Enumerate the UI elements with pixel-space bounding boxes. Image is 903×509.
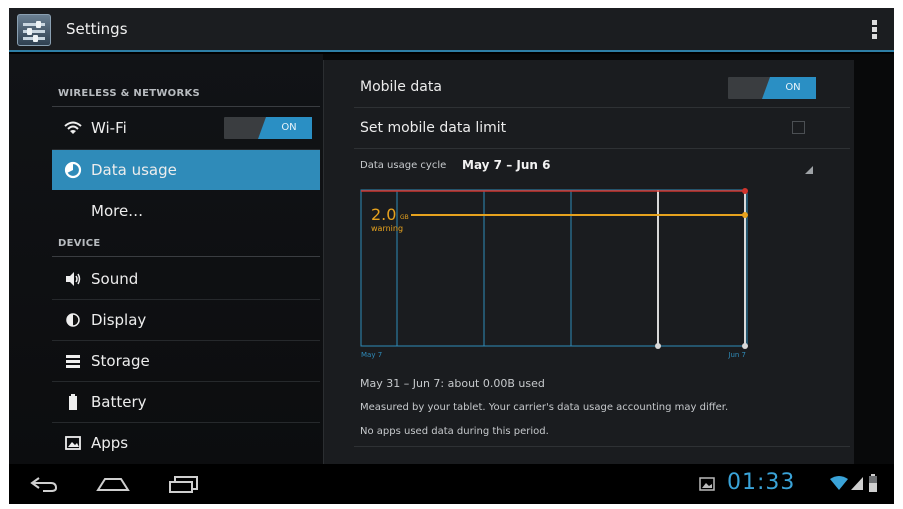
sidebar-item-wifi[interactable]: Wi-Fi ON xyxy=(52,108,320,148)
inspect-start-handle-dot[interactable] xyxy=(655,343,661,349)
warning-label: warning xyxy=(371,224,403,233)
spinner-arrow-icon[interactable] xyxy=(805,166,813,174)
inspect-end-handle-dot[interactable] xyxy=(742,343,748,349)
wifi-icon xyxy=(64,121,82,134)
sidebar-item-display[interactable]: Display xyxy=(52,300,320,340)
sidebar-item-label: More… xyxy=(91,202,144,220)
warning-handle-dot[interactable] xyxy=(742,212,748,218)
x-axis-start-label: May 7 xyxy=(361,351,382,359)
mobile-data-label: Mobile data xyxy=(360,79,442,95)
no-apps-message: No apps used data during this period. xyxy=(360,426,549,437)
warning-unit-label: GB xyxy=(400,214,409,221)
battery-icon xyxy=(69,394,77,410)
chart-grid xyxy=(360,189,748,347)
sidebar-item-label: Apps xyxy=(91,434,129,452)
detail-pane-wrapper: Mobile data ON Set mobile data limit Dat… xyxy=(323,54,894,464)
sidebar-item-sound[interactable]: Sound xyxy=(52,259,320,299)
home-icon[interactable] xyxy=(95,474,131,494)
section-header-device: DEVICE xyxy=(58,238,101,249)
toggle-state: ON xyxy=(258,117,312,139)
recent-apps-icon[interactable] xyxy=(167,474,201,494)
row-divider xyxy=(354,148,850,149)
limit-handle-dot[interactable] xyxy=(742,188,748,194)
chart-frame xyxy=(360,189,748,347)
wifi-toggle[interactable]: ON xyxy=(224,117,312,139)
toggle-state: ON xyxy=(762,77,816,99)
wifi-signal-icon xyxy=(830,476,848,490)
storage-icon xyxy=(66,355,80,368)
settings-sidebar: WIRELESS & NETWORKS Wi-Fi ON Data usage … xyxy=(9,54,323,464)
sidebar-item-label: Battery xyxy=(91,393,147,411)
sidebar-item-label: Wi-Fi xyxy=(91,119,127,137)
data-usage-detail: Mobile data ON Set mobile data limit Dat… xyxy=(323,60,854,464)
sidebar-item-storage[interactable]: Storage xyxy=(52,341,320,381)
settings-icon[interactable] xyxy=(17,14,51,46)
status-clock: 01:33 xyxy=(727,470,796,495)
system-nav-bar: 01:33 xyxy=(9,464,894,504)
row-divider xyxy=(354,446,850,447)
action-bar: Settings xyxy=(9,8,894,52)
warning-value-label: 2.0 xyxy=(371,205,396,224)
data-usage-cycle-label: Data usage cycle xyxy=(360,160,447,171)
sidebar-item-battery[interactable]: Battery xyxy=(52,382,320,422)
mobile-data-toggle[interactable]: ON xyxy=(728,77,816,99)
data-limit-checkbox[interactable] xyxy=(792,121,805,134)
x-axis-end-label: Jun 7 xyxy=(727,351,746,359)
section-divider xyxy=(52,106,320,107)
data-usage-chart[interactable]: 2.0 GB warning May 7 Jun 7 xyxy=(359,188,757,360)
sidebar-item-apps[interactable]: Apps xyxy=(52,423,320,463)
battery-status-icon xyxy=(869,474,877,492)
speaker-icon xyxy=(66,272,81,286)
row-divider xyxy=(354,107,850,108)
sidebar-item-label: Sound xyxy=(91,270,139,288)
back-icon[interactable] xyxy=(29,474,59,494)
sidebar-item-label: Storage xyxy=(91,352,150,370)
data-usage-cycle-spinner[interactable]: May 7 – Jun 6 xyxy=(462,158,550,172)
tablet-screen: Settings WIRELESS & NETWORKS Wi-Fi ON Da… xyxy=(9,8,894,504)
sidebar-item-more[interactable]: More… xyxy=(52,191,320,231)
gallery-notification-icon[interactable] xyxy=(699,476,715,492)
set-data-limit-label[interactable]: Set mobile data limit xyxy=(360,120,506,136)
sidebar-item-data-usage[interactable]: Data usage xyxy=(52,150,320,190)
sidebar-item-label: Data usage xyxy=(91,161,177,179)
carrier-disclaimer: Measured by your tablet. Your carrier's … xyxy=(360,402,729,413)
section-divider xyxy=(52,256,320,257)
cell-signal-icon xyxy=(851,477,863,490)
data-usage-icon xyxy=(64,161,82,179)
usage-summary: May 31 – Jun 7: about 0.00B used xyxy=(360,377,545,390)
page-title: Settings xyxy=(66,20,128,38)
apps-icon xyxy=(65,436,81,450)
section-header-wireless: WIRELESS & NETWORKS xyxy=(58,88,201,99)
overflow-menu-icon[interactable] xyxy=(872,20,878,40)
sidebar-item-label: Display xyxy=(91,311,147,329)
display-icon xyxy=(66,313,80,327)
